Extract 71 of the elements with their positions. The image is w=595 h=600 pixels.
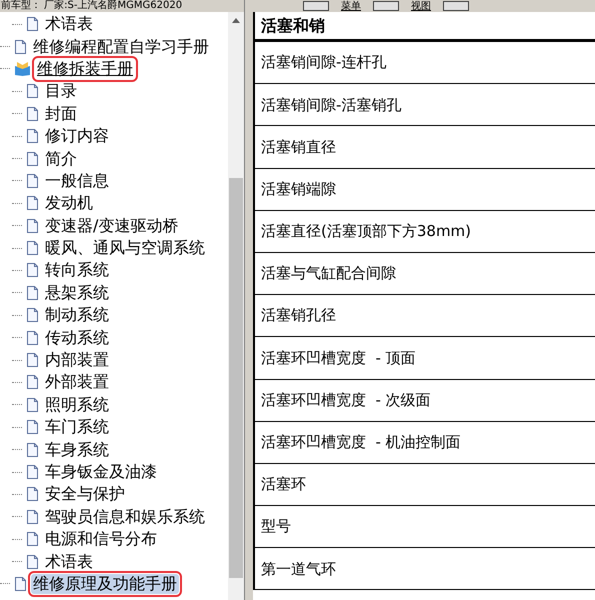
tree-item[interactable]: 外部装置 (43, 372, 111, 392)
table-cell-text: 活塞环凹槽宽度 - 机油控制面 (261, 432, 461, 454)
toolbar-button-icon[interactable] (373, 1, 399, 11)
tree-item[interactable]: 目录 (43, 81, 79, 102)
page-icon (26, 442, 39, 457)
page-icon (26, 286, 39, 300)
tree-item[interactable]: 驾驶员信息和娱乐系统 (43, 506, 207, 527)
tree-item[interactable]: 发动机 (43, 193, 95, 214)
tree-item[interactable]: 照明系统 (43, 394, 111, 415)
page-icon (26, 465, 39, 479)
tree-item[interactable]: 修订内容 (43, 126, 111, 146)
tree-item[interactable]: 简介 (43, 148, 79, 169)
tree-item[interactable]: 悬架系统 (43, 282, 111, 303)
table-cell-text: 活塞环 (261, 474, 306, 496)
table-cell-text: 活塞环凹槽宽度 - 顶面 (261, 348, 416, 369)
table-cell-text: 活塞销端隙 (261, 178, 336, 200)
table-cell-text: 活塞销孔径 (261, 305, 336, 326)
tree-item[interactable]: 车身系统 (43, 440, 111, 460)
page-icon (26, 84, 39, 98)
page-icon (26, 241, 39, 256)
tree-item[interactable]: 车身钣金及油漆 (43, 462, 159, 482)
page-icon (26, 218, 39, 233)
toolbar-link[interactable]: 菜单 (341, 0, 361, 12)
table-cell-text: 活塞销间隙-活塞销孔 (261, 94, 402, 116)
table-cell-text: 活塞销直径 (261, 136, 336, 158)
page-icon (26, 308, 39, 322)
table-header: 活塞和销 (261, 14, 325, 36)
page-icon (26, 17, 39, 32)
splitter[interactable] (244, 0, 253, 600)
toolbar-button-icon[interactable] (443, 1, 469, 11)
table-cell-text: 活塞环凹槽宽度 - 次级面 (261, 390, 431, 411)
tree-item[interactable]: 安全与保护 (43, 484, 127, 504)
page-icon (26, 420, 39, 434)
table-cell-text: 活塞销间隙-连杆孔 (261, 52, 386, 74)
page-icon (26, 375, 39, 390)
page-icon (26, 398, 39, 412)
page-icon (26, 263, 39, 278)
tree-item[interactable]: 电源和信号分布 (43, 529, 159, 550)
page-icon (26, 554, 39, 569)
page-icon (26, 510, 39, 524)
table-cell-text: 活塞直径(活塞顶部下方38mm) (261, 221, 472, 242)
scrollbar[interactable] (228, 12, 244, 600)
table-cell-text: 活塞与气缸配合间隙 (261, 263, 396, 284)
tree-item[interactable]: 传动系统 (43, 328, 111, 348)
scroll-thumb[interactable] (229, 178, 243, 578)
page-icon (26, 532, 39, 546)
toolbar-button-icon[interactable] (303, 1, 329, 11)
tree-item[interactable]: 一般信息 (43, 170, 111, 191)
toolbar-link[interactable]: 视图 (411, 0, 431, 12)
table-cell-text: 型号 (261, 516, 291, 538)
table-cell-text: 第一道气环 (261, 558, 336, 580)
page-icon (26, 152, 39, 166)
tree-item[interactable]: 变速器/变速驱动桥 (43, 216, 180, 236)
page-icon (26, 174, 39, 188)
tree-item[interactable]: 暖风、通风与空调系统 (43, 238, 207, 258)
page-icon (26, 487, 39, 502)
tree-item[interactable]: 维修原理及功能手册 (31, 574, 179, 594)
page-icon (26, 330, 39, 345)
tree-item[interactable]: 制动系统 (43, 305, 111, 326)
tree-item[interactable]: 转向系统 (43, 260, 111, 280)
tree-item[interactable]: 维修编程配置自学习手册 (31, 36, 211, 57)
tree-item[interactable]: 术语表 (43, 14, 95, 34)
page-icon (26, 353, 39, 368)
page-icon (26, 129, 39, 144)
tree-item[interactable]: 封面 (43, 104, 79, 124)
tree-item[interactable]: 维修拆装手册 (35, 58, 135, 79)
tree-item[interactable]: 内部装置 (43, 350, 111, 370)
tree-item[interactable]: 术语表 (43, 552, 95, 572)
tree-item[interactable]: 车门系统 (43, 417, 111, 438)
page-icon (26, 196, 39, 210)
page-icon (26, 106, 39, 121)
